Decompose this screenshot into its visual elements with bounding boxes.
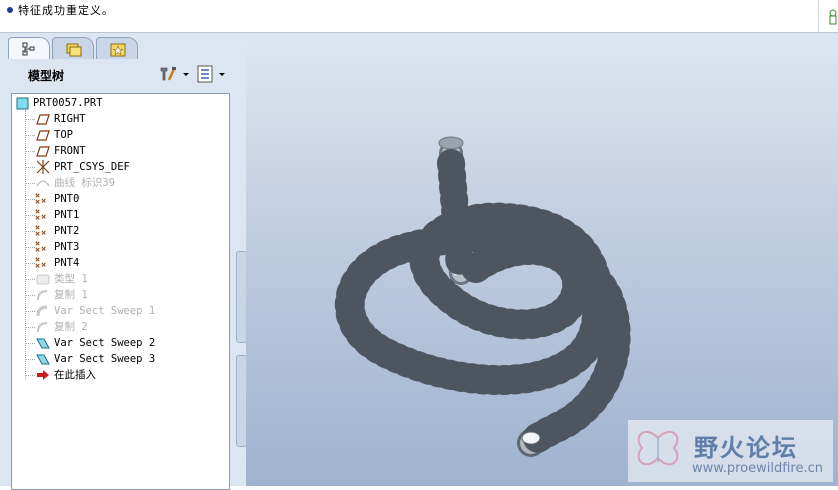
tree-node-label: Var Sect Sweep 1 xyxy=(54,305,156,317)
tree-filters-icon[interactable] xyxy=(196,65,230,83)
copy-icon xyxy=(37,290,48,301)
datum-point-icon xyxy=(35,257,46,268)
model-tree-header: 模型树 xyxy=(8,59,230,91)
datum-plane-icon xyxy=(36,114,50,125)
tree-node-label: 在此插入 xyxy=(54,369,96,381)
message-bullet-icon xyxy=(7,7,13,13)
tab-favorites[interactable] xyxy=(96,37,138,60)
tree-node-label: PNT1 xyxy=(54,209,80,221)
feature-icon xyxy=(36,274,50,285)
message-area: 特征成功重定义。 xyxy=(0,0,838,33)
model-tree: PRT0057.PRT RIGHT TOP FRONT PRT_CSYS_DEF… xyxy=(11,93,230,490)
tree-node-label: 复制 1 xyxy=(54,289,88,301)
tree-node-label: PRT0057.PRT xyxy=(33,97,103,109)
tree-connector xyxy=(25,375,35,376)
sweep-icon xyxy=(36,354,50,365)
tree-node-label: PNT3 xyxy=(54,241,80,253)
status-message: 特征成功重定义。 xyxy=(18,4,114,17)
curve-icon xyxy=(36,180,50,187)
model-tree-icon xyxy=(22,42,35,56)
tree-node-label: PRT_CSYS_DEF xyxy=(54,161,130,173)
navigator-panel: 模型树 PRT0057.PRT RIGHT TOP FRONT PRT_CSYS… xyxy=(0,33,247,490)
copy-icon xyxy=(37,322,48,333)
watermark-title: 野火论坛 xyxy=(694,434,798,462)
tree-settings-icon[interactable] xyxy=(158,65,192,83)
tree-node-label: PNT0 xyxy=(54,193,80,205)
tree-node-label: Var Sect Sweep 3 xyxy=(54,353,156,365)
tree-node-label: Var Sect Sweep 2 xyxy=(54,337,156,349)
helical-sweep-model[interactable] xyxy=(246,33,838,486)
insert-here-arrow-icon xyxy=(37,370,49,380)
tree-connector xyxy=(25,279,35,280)
tree-connector xyxy=(25,311,35,312)
datum-point-icon xyxy=(35,241,46,252)
tab-model-tree[interactable] xyxy=(8,37,50,61)
tree-connector xyxy=(25,343,35,344)
datum-plane-icon xyxy=(36,130,50,141)
tree-connector xyxy=(25,151,35,152)
tree-connector xyxy=(25,183,35,184)
sweep-icon xyxy=(36,305,48,317)
csys-icon xyxy=(36,160,50,174)
tree-connector xyxy=(25,119,35,120)
tree-node-label: 曲线 标识39 xyxy=(54,177,115,189)
favorites-icon xyxy=(110,43,126,57)
message-divider xyxy=(818,0,819,32)
tree-node-label: FRONT xyxy=(54,145,86,157)
datum-plane-icon xyxy=(36,146,50,157)
datum-point-icon xyxy=(35,193,46,204)
part-icon xyxy=(16,97,29,110)
tree-connector xyxy=(25,167,35,168)
tree-connector xyxy=(25,135,35,136)
tree-node-label: PNT4 xyxy=(54,257,80,269)
tree-connector xyxy=(25,327,35,328)
tree-node-label: 复制 2 xyxy=(54,321,88,333)
watermark-url: www.proewildfire.cn xyxy=(692,461,823,476)
tree-connector xyxy=(25,295,35,296)
status-indicator-icon[interactable] xyxy=(829,8,838,26)
model-tree-title: 模型树 xyxy=(28,69,65,83)
tree-node-label: RIGHT xyxy=(54,113,86,125)
graphics-window[interactable] xyxy=(246,33,838,486)
sweep-icon xyxy=(36,338,50,349)
tree-node-label: PNT2 xyxy=(54,225,80,237)
tree-connector xyxy=(25,359,35,360)
folder-browser-icon xyxy=(66,43,82,57)
datum-point-icon xyxy=(35,225,46,236)
tree-node-label: 类型 1 xyxy=(54,273,88,285)
tab-folder-browser[interactable] xyxy=(52,37,94,60)
tree-node-label: TOP xyxy=(54,129,73,141)
datum-point-icon xyxy=(35,209,46,220)
